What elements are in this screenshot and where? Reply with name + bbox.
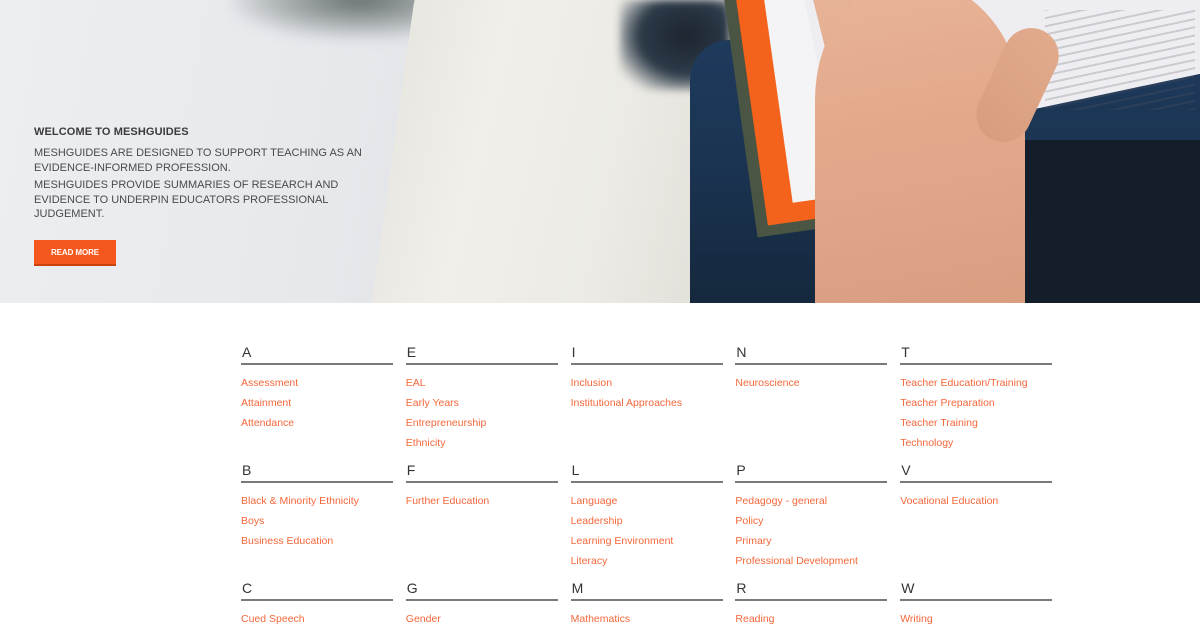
- group-divider: [735, 481, 888, 483]
- group-letter-heading: G: [406, 580, 418, 596]
- topic-link[interactable]: Language: [571, 491, 723, 511]
- topic-link[interactable]: Gender: [406, 609, 558, 629]
- group-divider: [570, 363, 723, 365]
- topic-link[interactable]: EAL: [406, 373, 558, 393]
- topic-group-f: F Further Education: [405, 461, 558, 579]
- group-divider: [570, 481, 723, 483]
- topic-group-i: I Inclusion Institutional Approaches: [570, 343, 723, 461]
- hero-intro: WELCOME TO MESHGUIDES MESHGUIDES ARE DES…: [34, 125, 364, 225]
- topic-group-c: C Cued SpeechCurriculum: [241, 579, 393, 633]
- group-letter-heading: V: [901, 462, 911, 478]
- group-divider: [570, 599, 723, 601]
- topic-group-b: B Black & Minority Ethnicity Boys Business …: [241, 461, 393, 579]
- topic-link[interactable]: Music: [571, 629, 723, 633]
- group-divider: [900, 599, 1053, 601]
- topic-group-p: P Pedagogy - general Policy Primary Professi…: [735, 461, 888, 579]
- topic-directory: A Assessment Attainment Attendance E EAL Early…: [241, 343, 1053, 633]
- topic-link[interactable]: Institutional Approaches: [571, 393, 723, 413]
- topic-group-m: M MathematicsMusic: [570, 579, 723, 633]
- topic-link[interactable]: Teacher Preparation: [900, 393, 1052, 413]
- topic-link[interactable]: Entrepreneurship: [406, 413, 558, 433]
- hero-banner: WELCOME TO MESHGUIDES MESHGUIDES ARE DES…: [0, 0, 1200, 303]
- topic-link[interactable]: Early Years: [406, 393, 558, 413]
- topic-link[interactable]: Further Education: [406, 491, 558, 511]
- topic-group-n: N Neuroscience: [735, 343, 888, 461]
- group-letter-heading: T: [901, 344, 910, 360]
- group-divider: [241, 363, 393, 365]
- topic-group-w: W Writing: [900, 579, 1053, 633]
- read-more-button[interactable]: READ MORE: [34, 240, 116, 266]
- group-letter-heading: R: [736, 580, 747, 596]
- group-divider: [405, 599, 558, 601]
- topic-group-l: L Language Leadership Learning Environment L…: [570, 461, 723, 579]
- topic-link[interactable]: Teacher Training: [900, 413, 1052, 433]
- topic-link[interactable]: Professional Development: [735, 551, 887, 571]
- topic-link[interactable]: Cued Speech: [241, 609, 393, 629]
- topic-group-a: A Assessment Attainment Attendance: [241, 343, 393, 461]
- topic-link[interactable]: Vocational Education: [900, 491, 1052, 511]
- topic-link[interactable]: Leadership: [571, 511, 723, 531]
- topic-link[interactable]: Girls: [406, 629, 558, 633]
- group-divider: [735, 599, 888, 601]
- group-letter-heading: B: [242, 462, 252, 478]
- topic-link[interactable]: Inclusion: [571, 373, 723, 393]
- photo-book-text: [1045, 10, 1195, 110]
- topic-link[interactable]: Assessment: [241, 373, 393, 393]
- topic-link[interactable]: Learning Environment: [571, 531, 723, 551]
- topic-link[interactable]: Attainment: [241, 393, 393, 413]
- topic-link[interactable]: Research: [735, 629, 887, 633]
- topic-link[interactable]: Mathematics: [571, 609, 723, 629]
- photo-hand: [815, 0, 1025, 303]
- topic-link[interactable]: Teacher Education/Training: [900, 373, 1052, 393]
- topic-link[interactable]: Technology: [900, 433, 1052, 453]
- group-divider: [735, 363, 888, 365]
- topic-link[interactable]: Primary: [735, 531, 887, 551]
- topic-link[interactable]: Black & Minority Ethnicity: [241, 491, 393, 511]
- group-divider: [241, 481, 393, 483]
- topic-link[interactable]: Curriculum: [241, 629, 393, 633]
- group-letter-heading: F: [406, 462, 416, 478]
- topic-link[interactable]: Pedagogy - general: [735, 491, 887, 511]
- group-letter-heading: A: [242, 344, 252, 360]
- group-divider: [900, 481, 1053, 483]
- group-letter-heading: I: [571, 344, 576, 360]
- group-letter-heading: N: [736, 344, 747, 360]
- group-letter-heading: C: [242, 580, 253, 596]
- hero-title: WELCOME TO MESHGUIDES: [34, 126, 189, 138]
- topic-link[interactable]: Policy: [735, 511, 887, 531]
- group-divider: [405, 481, 558, 483]
- topic-link[interactable]: Attendance: [241, 413, 393, 433]
- topic-group-r: R ReadingResearch: [735, 579, 888, 633]
- topic-link[interactable]: Reading: [735, 609, 887, 629]
- group-divider: [405, 363, 558, 365]
- group-letter-heading: W: [901, 580, 915, 596]
- hero-paragraph: MESHGUIDES ARE DESIGNED TO SUPPORT TEACH…: [34, 147, 362, 174]
- topic-link[interactable]: Writing: [900, 609, 1052, 629]
- topic-link[interactable]: Neuroscience: [735, 373, 887, 393]
- group-divider: [900, 363, 1053, 365]
- group-letter-heading: P: [736, 462, 746, 478]
- topic-group-t: T Teacher Education/Training Teacher Prepa…: [900, 343, 1053, 461]
- topic-link[interactable]: Literacy: [571, 551, 723, 571]
- topic-group-v: V Vocational Education: [900, 461, 1053, 579]
- topic-group-e: E EAL Early Years Entrepreneurship Ethnicity: [405, 343, 558, 461]
- group-letter-heading: E: [406, 344, 417, 360]
- topic-link[interactable]: Business Education: [241, 531, 393, 551]
- topic-link[interactable]: Boys: [241, 511, 393, 531]
- topic-group-g: G GenderGirls: [405, 579, 558, 633]
- topic-link[interactable]: Ethnicity: [406, 433, 558, 453]
- group-letter-heading: L: [571, 462, 580, 478]
- group-letter-heading: M: [571, 580, 584, 596]
- group-divider: [241, 599, 393, 601]
- hero-paragraph: MESHGUIDES PROVIDE SUMMARIES OF RESEARCH…: [34, 179, 339, 220]
